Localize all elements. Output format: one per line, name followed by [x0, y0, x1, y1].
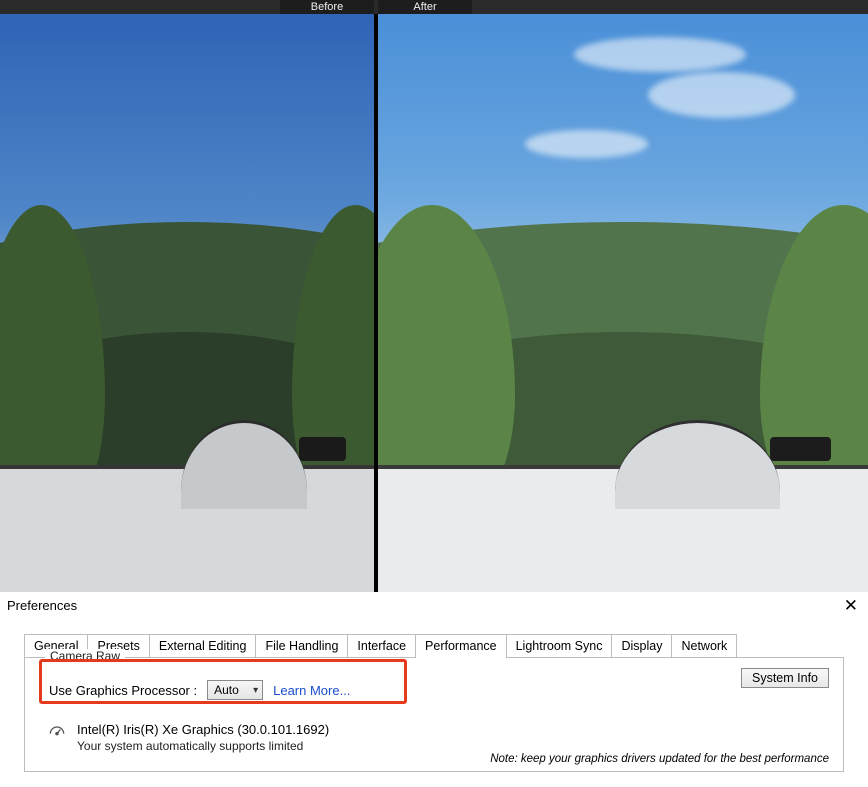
tab-interface[interactable]: Interface: [347, 634, 416, 657]
close-icon[interactable]: ✕: [840, 597, 862, 614]
system-info-button[interactable]: System Info: [741, 668, 829, 688]
tab-external-editing[interactable]: External Editing: [149, 634, 257, 657]
tab-network[interactable]: Network: [671, 634, 737, 657]
tab-lightroom-sync[interactable]: Lightroom Sync: [506, 634, 613, 657]
chevron-down-icon: ▾: [253, 685, 258, 696]
compare-container: [0, 14, 868, 592]
preferences-title: Preferences: [6, 598, 77, 613]
before-pane: [0, 14, 374, 592]
gpu-select[interactable]: Auto ▾: [207, 680, 263, 700]
gpu-select-value: Auto: [214, 683, 239, 697]
gpu-support-line: Your system automatically supports limit…: [77, 737, 329, 753]
gpu-note: Note: keep your graphics drivers updated…: [490, 753, 829, 765]
preferences-tabstrip: General Presets External Editing File Ha…: [24, 634, 868, 657]
after-label: After: [378, 0, 472, 14]
tab-performance[interactable]: Performance: [415, 634, 507, 657]
preferences-dialog: Preferences ✕ General Presets External E…: [0, 592, 868, 787]
before-after-preview: Before After: [0, 0, 868, 592]
learn-more-link[interactable]: Learn More...: [273, 683, 350, 698]
tab-display[interactable]: Display: [611, 634, 672, 657]
after-pane: [378, 14, 868, 592]
fieldset-caption: Camera Raw: [45, 649, 125, 663]
tab-file-handling[interactable]: File Handling: [255, 634, 348, 657]
preferences-tab-body: Camera Raw Use Graphics Processor : Auto…: [24, 657, 844, 772]
gpu-device-line: Intel(R) Iris(R) Xe Graphics (30.0.101.1…: [77, 722, 329, 737]
before-label: Before: [280, 0, 374, 14]
gpu-label: Use Graphics Processor :: [49, 683, 197, 698]
gauge-icon: [47, 722, 67, 745]
